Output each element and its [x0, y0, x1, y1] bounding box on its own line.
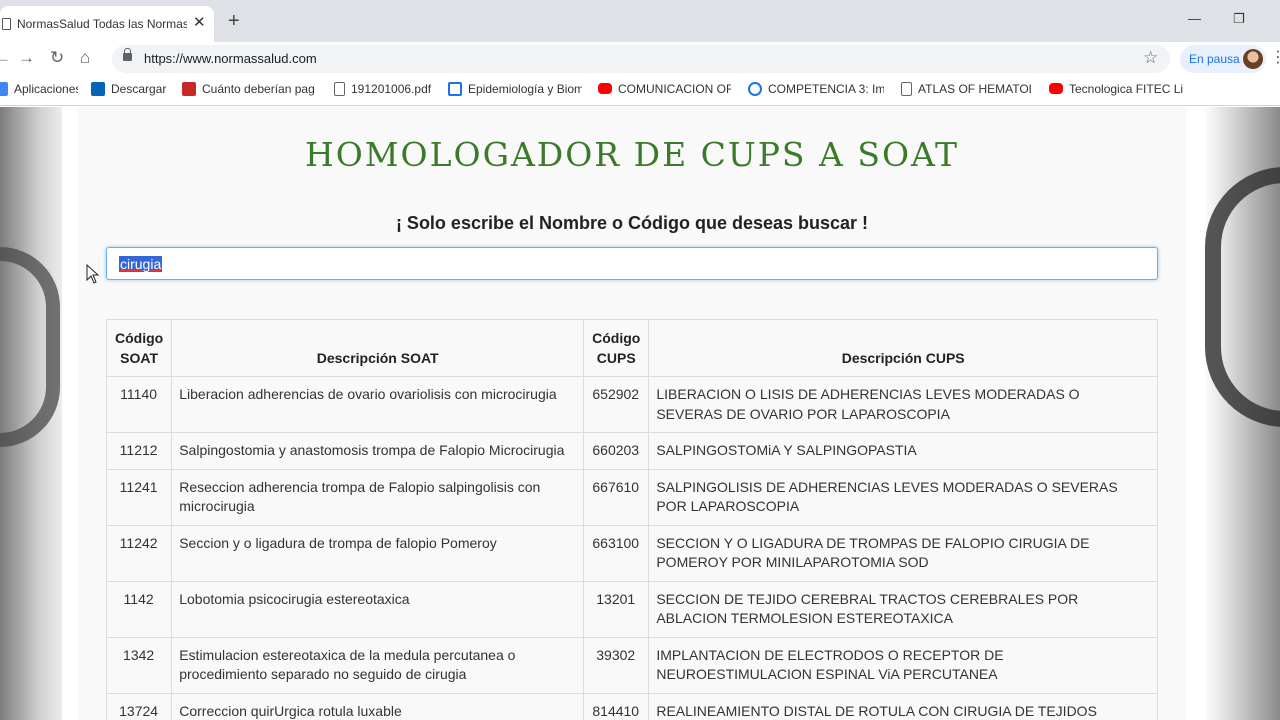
bookmark-tecnologica[interactable]: Tecnologica FITEC Liv [1049, 82, 1183, 100]
cell-codigo-soat: 13724 [105, 692, 173, 720]
bookmark-atlas[interactable]: ATLAS OF HEMATOLO [901, 82, 1031, 100]
page-favicon-icon [2, 18, 11, 30]
browser-toolbar: ← → ↻ ⌂ https://www.normassalud.com ☆ En… [0, 42, 1280, 76]
cell-descripcion-cups: IMPLANTACION DE ELECTRODOS O RECEPTOR DE… [648, 636, 1158, 694]
minimize-icon[interactable]: — [1188, 12, 1201, 26]
content-inner: HOMOLOGADOR DE CUPS A SOAT ¡ Solo escrib… [78, 107, 1186, 720]
cell-descripcion-cups: SALPINGOSTOMiA Y SALPINGOPASTIA [648, 432, 1158, 470]
cell-descripcion-soat: Correccion quirUrgica rotula luxable [171, 692, 585, 720]
cell-descripcion-soat: Salpingostomia y anastomosis trompa de F… [171, 432, 585, 470]
cell-codigo-cups: 814410 [583, 692, 650, 720]
bookmark-competencia[interactable]: COMPETENCIA 3: Imp [748, 82, 884, 100]
outlook-icon [91, 82, 105, 96]
cell-descripcion-cups: REALINEAMIENTO DISTAL DE ROTULA CON CIRU… [648, 692, 1158, 720]
header-descripcion-soat[interactable]: Descripción SOAT [171, 319, 585, 377]
page-title: HOMOLOGADOR DE CUPS A SOAT [304, 135, 960, 174]
restore-icon[interactable]: ❐ [1233, 12, 1245, 26]
content-panel: HOMOLOGADOR DE CUPS A SOAT ¡ Solo escrib… [62, 107, 1202, 720]
apps-grid-icon [0, 82, 8, 96]
bookmark-comunicacion[interactable]: COMUNICACION OR [598, 82, 731, 100]
cell-codigo-soat: 11241 [105, 468, 173, 526]
bookmark-pdf-file[interactable]: 191201006.pdf [334, 82, 438, 100]
cell-codigo-soat: 1342 [105, 636, 173, 694]
stethoscope-right-decoration [1205, 167, 1280, 427]
globe-icon [748, 82, 762, 96]
table-row: 1142 Lobotomia psicocirugia estereotaxic… [105, 580, 1158, 638]
profile-status-label: En pausa [1189, 52, 1240, 66]
address-bar[interactable]: https://www.normassalud.com ☆ [112, 45, 1170, 73]
bookmark-apps[interactable]: Aplicaciones [0, 82, 78, 100]
cell-codigo-soat: 11242 [105, 524, 173, 582]
back-icon[interactable]: ← [0, 48, 11, 68]
table-row: 11212 Salpingostomia y anastomosis tromp… [105, 432, 1158, 470]
header-descripcion-cups[interactable]: Descripción CUPS [648, 319, 1158, 377]
bookmarks-bar: Aplicaciones Descargar Cuánto deberían p… [0, 76, 1280, 106]
tab-title: NormasSalud Todas las Normas d [17, 17, 187, 31]
page-background: HOMOLOGADOR DE CUPS A SOAT ¡ Solo escrib… [0, 107, 1280, 720]
cell-codigo-cups: 663100 [583, 524, 650, 582]
file-icon [901, 82, 912, 96]
browser-tab[interactable]: NormasSalud Todas las Normas d ✕ [0, 6, 214, 42]
cell-descripcion-soat: Lobotomia psicocirugia estereotaxica [171, 580, 585, 638]
tab-strip: NormasSalud Todas las Normas d ✕ + — ❐ [0, 0, 1280, 42]
search-instructions: ¡ Solo escribe el Nombre o Código que de… [395, 213, 869, 233]
cell-descripcion-soat: Estimulacion estereotaxica de la medula … [171, 636, 585, 694]
header-codigo-soat[interactable]: Código SOAT [105, 319, 173, 377]
bookmark-epidemiologia[interactable]: Epidemiología y Biom [448, 82, 582, 100]
results-table: Código SOAT Descripción SOAT Código CUPS… [105, 319, 1158, 720]
bookmark-star-icon[interactable]: ☆ [1143, 48, 1158, 68]
cell-codigo-cups: 652902 [583, 376, 650, 433]
table-header-row: Código SOAT Descripción SOAT Código CUPS… [105, 319, 1158, 377]
forward-icon[interactable]: → [18, 48, 35, 68]
cell-descripcion-cups: LIBERACION O LISIS DE ADHERENCIAS LEVES … [648, 376, 1158, 433]
reload-icon[interactable]: ↻ [50, 48, 64, 68]
cell-descripcion-cups: SECCION Y O LIGADURA DE TROMPAS DE FALOP… [648, 524, 1158, 582]
cell-descripcion-soat: Liberacion adherencias de ovario ovariol… [171, 376, 585, 433]
pdf-red-icon [182, 82, 196, 96]
cell-codigo-soat: 11140 [105, 376, 173, 433]
bookmark-cuanto[interactable]: Cuánto deberían pag [182, 82, 318, 100]
cell-descripcion-soat: Seccion y o ligadura de trompa de falopi… [171, 524, 585, 582]
file-icon [334, 82, 345, 96]
cell-codigo-cups: 13201 [583, 580, 650, 638]
avatar [1243, 49, 1263, 69]
table-row: 11241 Reseccion adherencia trompa de Fal… [105, 468, 1158, 526]
table-row: 11140 Liberacion adherencias de ovario o… [105, 376, 1158, 433]
cell-codigo-cups: 39302 [583, 636, 650, 694]
stethoscope-left-decoration [0, 247, 60, 447]
youtube-icon [1049, 83, 1063, 94]
cell-codigo-soat: 1142 [105, 580, 173, 638]
header-codigo-cups[interactable]: Código CUPS [583, 319, 650, 377]
cell-descripcion-soat: Reseccion adherencia trompa de Falopio s… [171, 468, 585, 526]
home-icon[interactable]: ⌂ [80, 48, 90, 68]
search-input[interactable]: cirugia [106, 247, 1158, 280]
table-row: 1342 Estimulacion estereotaxica de la me… [105, 636, 1158, 694]
url-text[interactable]: https://www.normassalud.com [144, 51, 317, 66]
tab-close-icon[interactable]: ✕ [193, 15, 206, 31]
menu-icon[interactable]: ⋮ [1270, 50, 1280, 66]
table-row: 11242 Seccion y o ligadura de trompa de … [105, 524, 1158, 582]
table-row: 13724 Correccion quirUrgica rotula luxab… [105, 692, 1158, 720]
cell-descripcion-cups: SECCION DE TEJIDO CEREBRAL TRACTOS CEREB… [648, 580, 1158, 638]
calendar-blue-icon [448, 82, 462, 96]
cell-descripcion-cups: SALPINGOLISIS DE ADHERENCIAS LEVES MODER… [648, 468, 1158, 526]
cell-codigo-cups: 667610 [583, 468, 650, 526]
mouse-cursor-icon [86, 264, 100, 284]
cell-codigo-soat: 11212 [105, 432, 173, 470]
lock-icon[interactable] [123, 48, 132, 61]
youtube-icon [598, 83, 612, 94]
cell-codigo-cups: 660203 [583, 432, 650, 470]
search-input-value[interactable]: cirugia [119, 256, 163, 272]
new-tab-icon[interactable]: + [228, 11, 240, 31]
bookmark-descargar[interactable]: Descargar [91, 82, 171, 100]
profile-button[interactable]: En pausa [1180, 45, 1266, 73]
